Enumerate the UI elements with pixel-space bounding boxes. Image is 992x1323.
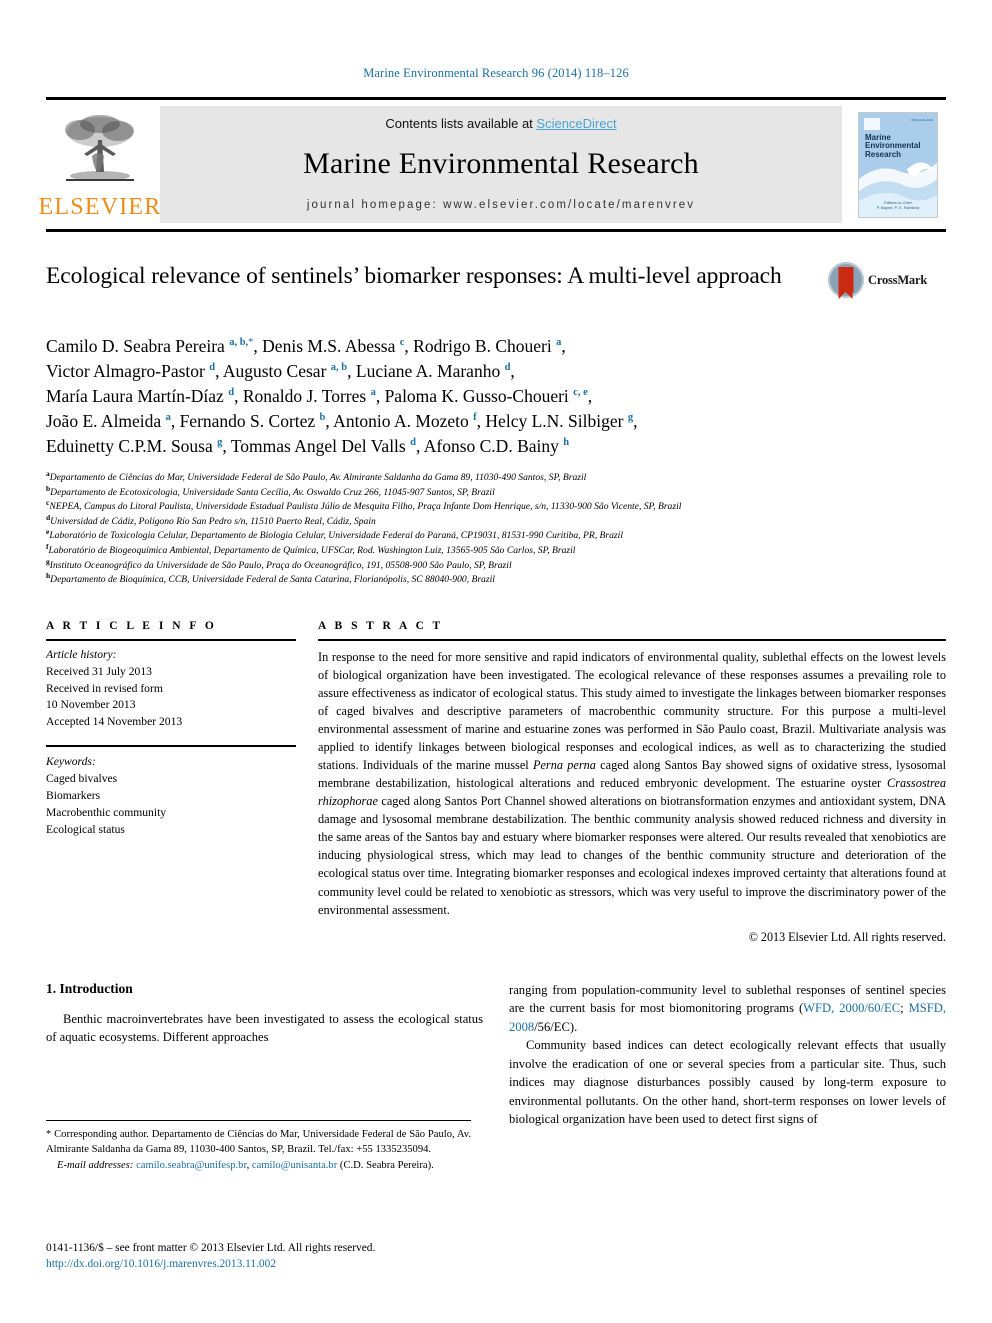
intro-paragraph-right-1: ranging from population-community level … bbox=[509, 982, 947, 1034]
page-title: Ecological relevance of sentinels’ bioma… bbox=[46, 263, 782, 289]
elsevier-logo: ELSEVIER bbox=[39, 106, 160, 223]
affiliation-item: aDepartamento de Ciências do Mar, Univer… bbox=[46, 468, 587, 484]
abstract-copyright: © 2013 Elsevier Ltd. All rights reserved… bbox=[748, 929, 946, 944]
page-footer: 0141-1136/$ – see front matter © 2013 El… bbox=[46, 1240, 546, 1272]
body-column-right: ranging from population-community level … bbox=[509, 981, 946, 1129]
contents-available-line: Contents lists available at ScienceDirec… bbox=[385, 116, 616, 131]
corresponding-author-emails[interactable]: E-mail addresses: camilo.seabra@unifesp.… bbox=[46, 1158, 471, 1173]
front-matter-line: 0141-1136/$ – see front matter © 2013 El… bbox=[46, 1242, 376, 1254]
body-columns: 1. Introduction Benthic macroinvertebrat… bbox=[46, 981, 946, 1129]
masthead-center: Contents lists available at ScienceDirec… bbox=[160, 106, 842, 223]
keyword-item: Caged bivalves bbox=[46, 772, 118, 786]
article-page: Marine Environmental Research 96 (2014) … bbox=[0, 0, 992, 1323]
keywords-block: Keywords: Caged bivalves Biomarkers Macrob… bbox=[46, 747, 296, 839]
affiliation-item: dUniversidad de Cádiz, Polígono Río San … bbox=[46, 512, 376, 527]
article-info-column: A R T I C L E I N F O Article history: R… bbox=[46, 620, 296, 945]
keyword-item: Biomarkers bbox=[46, 789, 101, 803]
running-head: Marine Environmental Research 96 (2014) … bbox=[363, 66, 629, 80]
journal-title: Marine Environmental Research bbox=[303, 147, 699, 180]
crossmark-label: CrossMark bbox=[868, 272, 928, 287]
corresponding-author-footnote: * Corresponding author. Departamento de … bbox=[46, 1120, 471, 1173]
corresponding-author-text: * Corresponding author. Departamento de … bbox=[46, 1129, 471, 1156]
info-abstract-band: A R T I C L E I N F O Article history: R… bbox=[46, 620, 946, 945]
elsevier-tree-icon bbox=[65, 115, 134, 181]
contents-prefix: Contents lists available at bbox=[385, 116, 537, 131]
crossmark-icon bbox=[828, 262, 864, 299]
cover-editors: Editors-in-Chief P. Bayne, P. S. Rainbow bbox=[876, 199, 920, 210]
author-list: Camilo D. Seabra Pereira a, b,*, Denis M… bbox=[46, 336, 638, 457]
journal-cover-thumbnail: ISSN 0141-1136 Marine Environmental Resear… bbox=[850, 106, 946, 223]
keyword-item: Ecological status bbox=[46, 823, 125, 836]
keyword-item: Macrobenthic community bbox=[46, 806, 167, 820]
affiliation-item: hDepartamento de Bioquímica, CCB, Univer… bbox=[46, 570, 495, 586]
article-history: Article history: Received 31 July 2013 Re… bbox=[46, 641, 296, 732]
affiliation-item: fLaboratório de Biogeoquímica Ambiental,… bbox=[46, 541, 576, 556]
journal-homepage-link[interactable]: journal homepage: www.elsevier.com/locat… bbox=[307, 199, 695, 211]
article-history-item: 10 November 2013 bbox=[46, 698, 136, 712]
affiliation-list: aDepartamento de Ciências do Mar, Univer… bbox=[46, 468, 846, 588]
keywords-items: Caged bivalves Biomarkers Macrobenthic com… bbox=[46, 771, 296, 839]
section-heading-introduction: 1. Introduction bbox=[46, 980, 133, 996]
article-info-heading: A R T I C L E I N F O bbox=[46, 619, 217, 632]
title-block: Ecological relevance of sentinels’ bioma… bbox=[46, 262, 946, 316]
affiliation-item: eLaboratório de Toxicologia Celular, Dep… bbox=[46, 527, 623, 542]
article-history-items: Received 31 July 2013 Received in revised… bbox=[46, 664, 296, 732]
sciencedirect-link[interactable]: ScienceDirect bbox=[536, 116, 616, 131]
article-history-label: Article history: bbox=[46, 647, 117, 661]
article-history-item: Received in revised form bbox=[46, 681, 163, 695]
affiliation-item: bDepartamento de Ecotoxicologia, Univers… bbox=[46, 483, 495, 498]
affiliation-item: cNEPEA, Campus do Litoral Paulista, Univ… bbox=[46, 498, 682, 513]
intro-paragraph-left: Benthic macroinvertebrates have been inv… bbox=[46, 1011, 483, 1045]
abstract-column: A B S T R A C T In response to the need … bbox=[318, 620, 946, 945]
body-column-left: 1. Introduction Benthic macroinvertebrat… bbox=[46, 981, 483, 1129]
affiliation-item: gInstituto Oceanográfico da Universidade… bbox=[46, 556, 512, 571]
abstract-text: In response to the need for more sensiti… bbox=[318, 649, 946, 917]
elsevier-wordmark: ELSEVIER bbox=[38, 194, 162, 220]
intro-paragraph-right-2: Community based indices can detect ecolo… bbox=[509, 1038, 946, 1127]
doi-link[interactable]: http://dx.doi.org/10.1016/j.marenvres.20… bbox=[46, 1258, 276, 1270]
article-history-item: Received 31 July 2013 bbox=[46, 664, 152, 678]
article-history-item: Accepted 14 November 2013 bbox=[46, 715, 183, 729]
keywords-label: Keywords: bbox=[46, 755, 96, 769]
journal-masthead: ELSEVIER Contents lists available at Sci… bbox=[39, 97, 946, 232]
crossmark-badge[interactable]: CrossMark bbox=[828, 262, 946, 299]
abstract-heading: A B S T R A C T bbox=[318, 619, 444, 632]
cover-image: ISSN 0141-1136 Marine Environmental Resear… bbox=[858, 111, 938, 218]
